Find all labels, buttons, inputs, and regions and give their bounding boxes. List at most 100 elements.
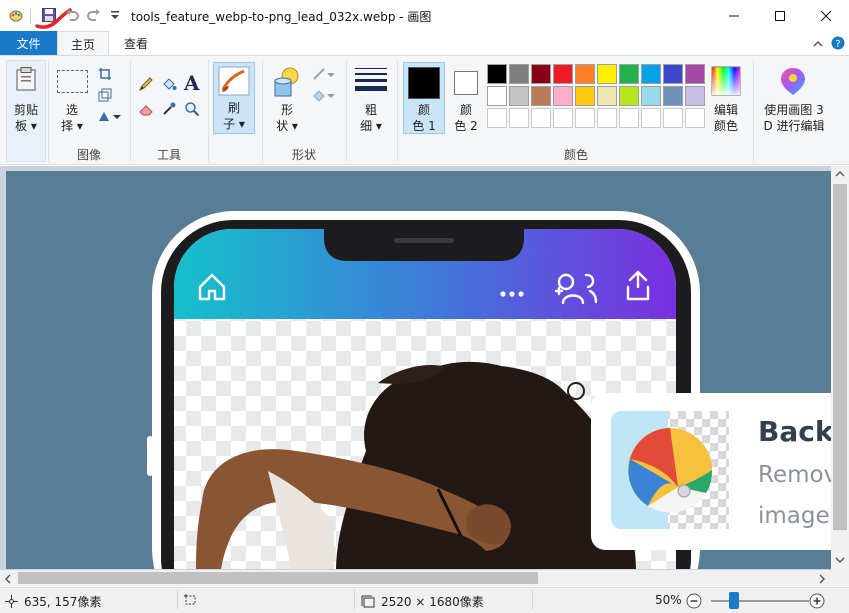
help-icon[interactable]: ? [831, 36, 845, 50]
close-button[interactable] [803, 0, 849, 31]
group-separator [130, 60, 131, 162]
collapse-ribbon-icon[interactable] [812, 38, 824, 50]
canvas-image: Backg Remov image [147, 211, 831, 569]
palette-swatch[interactable] [641, 86, 661, 106]
crop-icon[interactable] [98, 67, 112, 81]
color2-swatch[interactable] [454, 71, 478, 95]
palette-swatch[interactable] [531, 86, 551, 106]
palette-swatch[interactable] [553, 86, 573, 106]
maximize-button[interactable] [757, 0, 803, 31]
resize-icon[interactable] [98, 88, 112, 102]
paint3d-icon [781, 68, 805, 95]
group-separator [397, 60, 398, 162]
palette-swatch[interactable] [487, 86, 507, 106]
zoom-in-icon[interactable] [809, 593, 825, 609]
fill-shape-icon[interactable] [312, 87, 334, 103]
palette-custom-slot[interactable] [663, 108, 683, 128]
minimize-button[interactable] [711, 0, 757, 31]
palette-custom-slot[interactable] [553, 108, 573, 128]
palette-custom-slot[interactable] [597, 108, 617, 128]
palette-swatch[interactable] [509, 64, 529, 84]
zoom-slider-thumb[interactable] [729, 592, 739, 609]
tab-home[interactable]: 主页 [57, 31, 109, 56]
zoom-slider-track[interactable] [711, 600, 809, 602]
palette-custom-slot[interactable] [531, 108, 551, 128]
undo-icon[interactable] [64, 7, 80, 23]
edit-colors-button[interactable]: 编辑 颜色 [703, 102, 749, 134]
palette-swatch[interactable] [685, 64, 705, 84]
text-icon[interactable]: A [184, 71, 200, 95]
palette-custom-slot[interactable] [487, 108, 507, 128]
palette-swatch[interactable] [597, 64, 617, 84]
ribbon-home: 剪贴 板 ▾ 选 择 ▾ 图像 A 工具 刷 子 ▾ 形 状 ▾ 形状 粗 细 … [0, 55, 849, 165]
shapes-group-label: 形状 [291, 148, 316, 162]
outline-icon[interactable] [312, 66, 334, 82]
palette-custom-slot[interactable] [685, 108, 705, 128]
palette-swatch[interactable] [663, 86, 683, 106]
colors-group-label: 颜色 [563, 148, 588, 162]
paint-app-icon[interactable] [8, 7, 24, 23]
paste-button[interactable]: 剪贴 板 ▾ [7, 102, 45, 134]
palette-swatch[interactable] [597, 86, 617, 106]
size-label-1: 粗 [364, 103, 377, 117]
pencil-icon[interactable] [138, 76, 154, 92]
palette-swatch[interactable] [685, 86, 705, 106]
shapes-button[interactable]: 形 状 ▾ [268, 102, 306, 134]
color2-button[interactable]: 颜 色 2 [446, 102, 486, 134]
select-icon[interactable] [57, 70, 88, 93]
paste-icon[interactable] [14, 66, 38, 92]
palette-swatch[interactable] [619, 64, 639, 84]
scroll-left-icon[interactable] [4, 574, 12, 584]
tab-file[interactable]: 文件 [0, 31, 57, 55]
palette-swatch[interactable] [575, 64, 595, 84]
vertical-scrollbar[interactable] [831, 166, 849, 570]
palette-custom-slot[interactable] [619, 108, 639, 128]
palette-swatch[interactable] [575, 86, 595, 106]
horizontal-scroll-thumb[interactable] [18, 572, 538, 584]
shapes-label-1: 形 [280, 103, 293, 117]
color2-label-1: 颜 [459, 103, 472, 117]
fill-icon[interactable] [161, 76, 177, 92]
palette-swatch[interactable] [641, 64, 661, 84]
zoom-level: 50% [655, 593, 682, 607]
color-picker-icon[interactable] [161, 101, 177, 117]
horizontal-scrollbar[interactable] [0, 570, 831, 586]
zoom-out-icon[interactable] [686, 593, 702, 609]
magnifier-icon[interactable] [184, 101, 200, 117]
paint3d-button[interactable]: 使用画图 3 D 进行编辑 [758, 102, 830, 134]
card-title: Backg [758, 415, 831, 448]
palette-swatch[interactable] [487, 64, 507, 84]
size-button[interactable]: 粗 细 ▾ [352, 102, 390, 134]
edit-colors-label-2: 颜色 [713, 119, 738, 133]
redo-icon[interactable] [86, 7, 102, 23]
scroll-up-icon[interactable] [835, 170, 845, 178]
edit-colors-label-1: 编辑 [713, 103, 738, 117]
status-separator [354, 590, 355, 610]
group-separator [753, 60, 754, 162]
palette-custom-slot[interactable] [641, 108, 661, 128]
paste-label-2: 板 ▾ [15, 119, 37, 133]
brushes-label: 刷 子 ▾ [213, 100, 255, 132]
palette-swatch[interactable] [509, 86, 529, 106]
select-button[interactable]: 选 择 ▾ [52, 102, 92, 134]
card-text-line2: image [758, 503, 830, 529]
paint3d-label-1: 使用画图 3 [764, 103, 824, 117]
scroll-right-icon[interactable] [818, 574, 826, 584]
palette-custom-slot[interactable] [509, 108, 529, 128]
paste-label-1: 剪贴 [13, 103, 38, 117]
canvas[interactable]: Backg Remov image [6, 171, 831, 569]
image-group-label: 图像 [76, 148, 101, 162]
scroll-down-icon[interactable] [835, 556, 845, 564]
paint3d-label-2: D 进行编辑 [763, 119, 825, 133]
eraser-icon[interactable] [138, 101, 154, 117]
palette-swatch[interactable] [663, 64, 683, 84]
rotate-icon[interactable] [97, 109, 121, 123]
vertical-scroll-thumb[interactable] [833, 184, 847, 530]
status-separator [177, 590, 178, 610]
customize-qat-icon[interactable] [107, 7, 123, 23]
palette-custom-slot[interactable] [575, 108, 595, 128]
palette-swatch[interactable] [531, 64, 551, 84]
palette-swatch[interactable] [619, 86, 639, 106]
palette-swatch[interactable] [553, 64, 573, 84]
tab-view[interactable]: 查看 [112, 31, 160, 55]
